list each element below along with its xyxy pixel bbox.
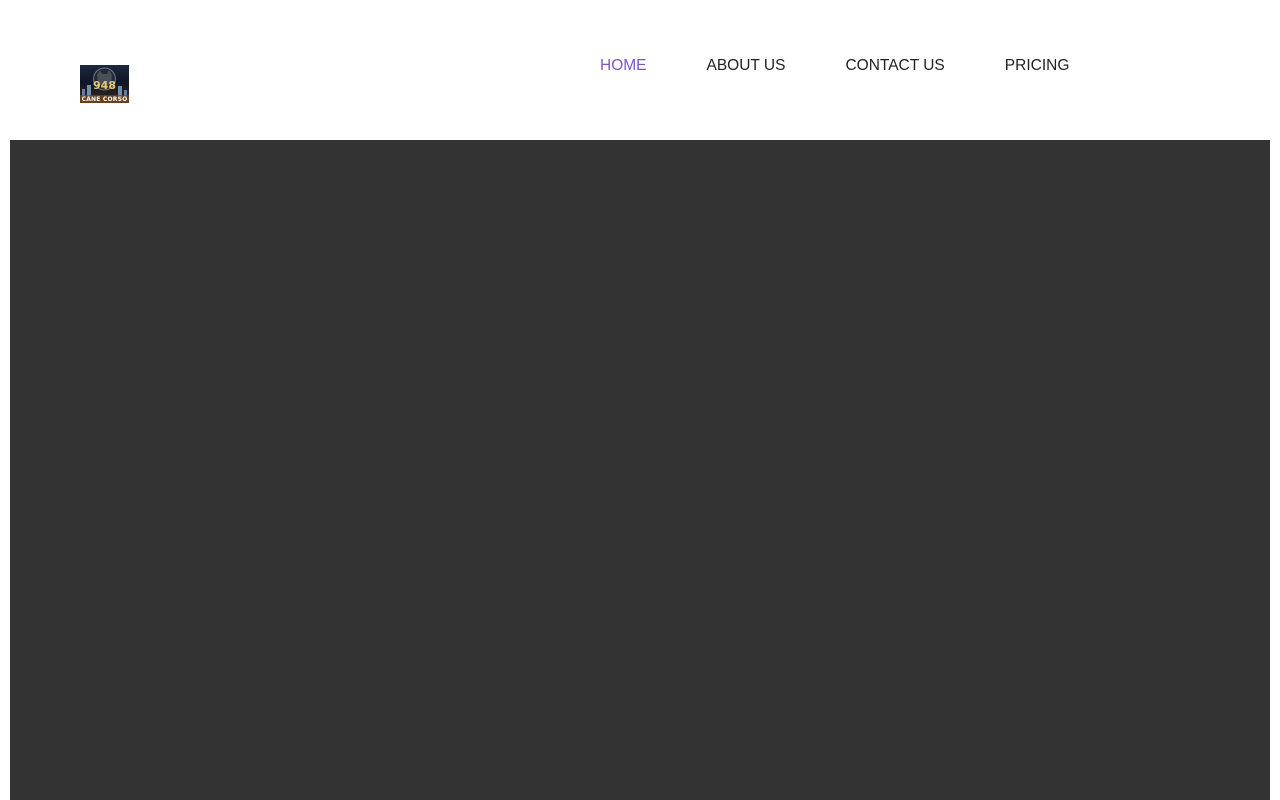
- logo-number: 948: [93, 79, 116, 92]
- logo-caption: CANE CORSO: [81, 96, 128, 103]
- nav-item-about-us[interactable]: ABOUT US: [707, 55, 786, 77]
- site-header: 948 CANE CORSO HOME ABOUT US CONTACT US …: [0, 0, 1280, 140]
- site-logo[interactable]: 948 CANE CORSO: [80, 65, 129, 103]
- main-nav: HOME ABOUT US CONTACT US PRICING: [600, 55, 1069, 77]
- nav-item-contact-us[interactable]: CONTACT US: [845, 55, 944, 77]
- hero-section: [10, 140, 1270, 800]
- nav-item-home[interactable]: HOME: [600, 55, 647, 77]
- nav-item-pricing[interactable]: PRICING: [1005, 55, 1070, 77]
